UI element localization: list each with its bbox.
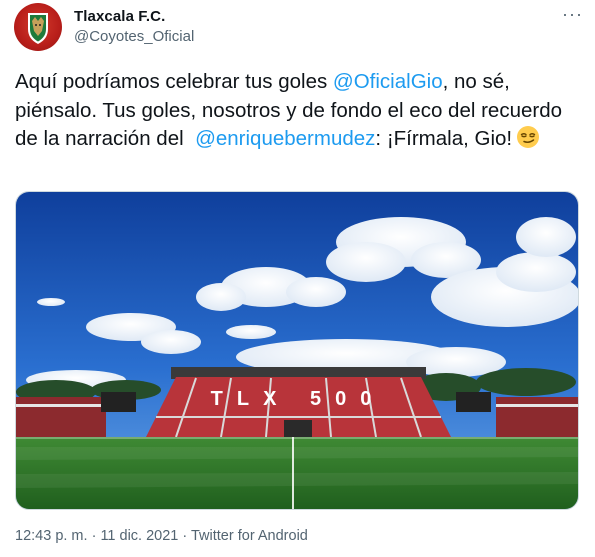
tweet-source[interactable]: Twitter for Android	[191, 528, 308, 544]
tweet-text-part-3: : ¡Fírmala, Gio!	[375, 127, 513, 150]
tweet-text-part-1: Aquí podríamos celebrar tus goles	[15, 70, 333, 93]
smirking-face-emoji-icon	[517, 126, 540, 148]
tweet-text: Aquí podríamos celebrar tus goles @Ofici…	[15, 68, 585, 154]
tweet-date[interactable]: 11 dic. 2021	[100, 528, 178, 544]
more-options-icon[interactable]: ···	[562, 4, 583, 25]
stadium-photo: TLX 500	[16, 192, 578, 509]
meta-separator: ·	[87, 528, 101, 544]
tweet: Tlaxcala F.C. @Coyotes_Oficial ··· Aquí …	[0, 0, 595, 557]
meta-separator: ·	[178, 528, 191, 544]
tweet-media-photo[interactable]: TLX 500	[15, 191, 579, 510]
tweet-time[interactable]: 12:43 p. m.	[15, 528, 88, 544]
mention-enriquebermudez[interactable]: @enriquebermudez	[195, 127, 375, 150]
account-name[interactable]: Tlaxcala F.C.	[74, 8, 165, 25]
stadium-sign-text: TLX 500	[211, 388, 386, 410]
team-crest-icon	[28, 13, 48, 44]
mention-oficialgio[interactable]: @OficialGio	[333, 70, 443, 93]
account-handle[interactable]: @Coyotes_Oficial	[74, 28, 194, 45]
avatar[interactable]	[14, 3, 62, 51]
tweet-meta: 12:43 p. m. · 11 dic. 2021 · Twitter for…	[15, 528, 308, 544]
